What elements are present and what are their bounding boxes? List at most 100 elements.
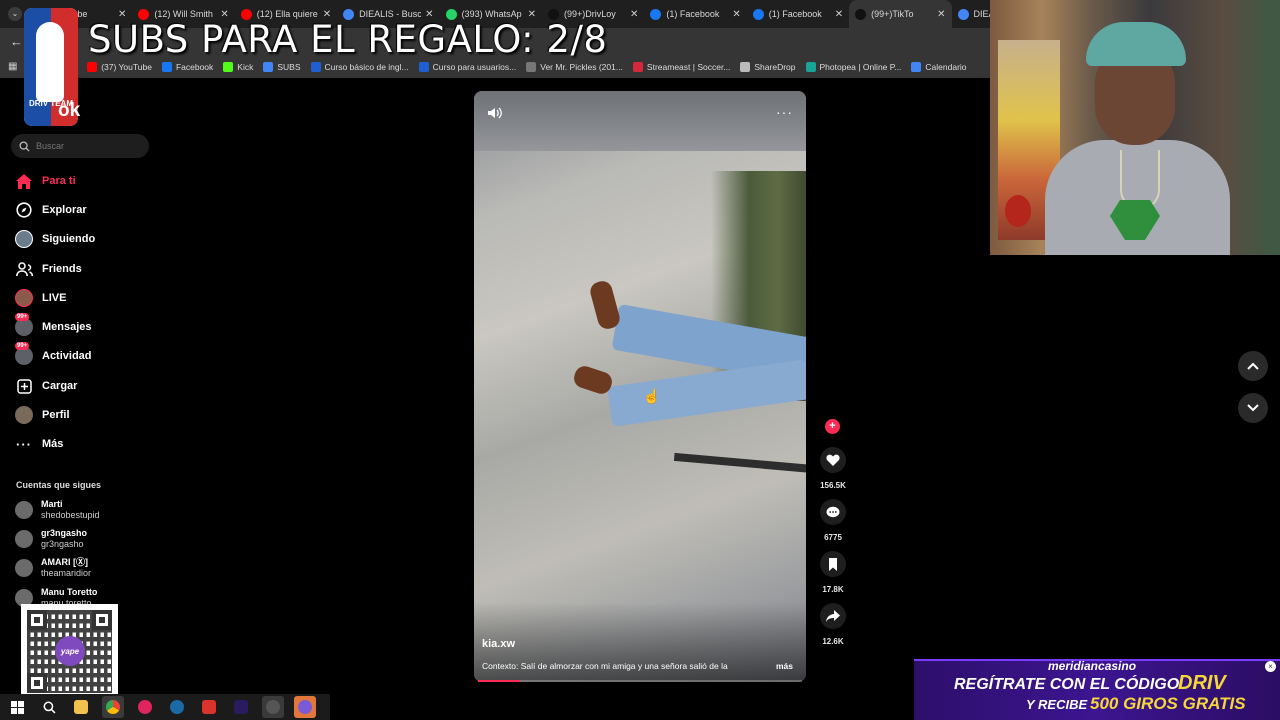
video-progress-bar[interactable]: [478, 680, 802, 682]
search-icon[interactable]: [38, 696, 60, 718]
volume-icon[interactable]: [486, 104, 504, 122]
yape-qr-code: yape: [21, 604, 118, 699]
windows-start-icon[interactable]: [6, 696, 28, 718]
live-icon: [15, 289, 33, 307]
bookmark-label: Facebook: [175, 62, 214, 72]
video-author[interactable]: kia.xw: [482, 638, 515, 650]
sidebar-item-live[interactable]: LIVE: [15, 289, 66, 307]
search-box[interactable]: [11, 134, 149, 158]
video-progress-fill: [478, 680, 521, 682]
previous-video-button[interactable]: [1238, 351, 1268, 381]
close-icon[interactable]: ✕: [732, 9, 740, 20]
casino-line1: REGÍTRATE CON EL CÓDIGO: [954, 676, 1180, 693]
following-header: Cuentas que sigues: [16, 480, 102, 490]
search-input[interactable]: [36, 141, 136, 151]
sidebar-item-para-ti[interactable]: Para ti: [15, 172, 76, 190]
bookmark-item[interactable]: Kick: [223, 62, 253, 72]
comment-icon: [826, 506, 840, 517]
sidebar-item-siguiendo[interactable]: Siguiendo: [15, 230, 95, 248]
bookmark-item[interactable]: Calendario: [911, 62, 967, 72]
discord-like-icon[interactable]: [294, 696, 316, 718]
bookmark-item[interactable]: Photopea | Online P...: [805, 62, 901, 72]
sidebar-item-m-s[interactable]: ··· Más: [15, 435, 63, 453]
share-icon: [826, 610, 840, 622]
close-icon[interactable]: ✕: [630, 9, 638, 20]
following-account[interactable]: AMARI [Ⓧ] theamaridior: [15, 557, 91, 579]
obs-icon[interactable]: [262, 696, 284, 718]
sidebar-item-perfil[interactable]: Perfil: [15, 406, 70, 424]
sidebar-item-label: Mensajes: [42, 321, 92, 333]
premiere-pro-icon[interactable]: [230, 696, 252, 718]
chrome-icon[interactable]: [102, 696, 124, 718]
casino-brand: meridiancasino: [1048, 659, 1137, 673]
browser-tab[interactable]: (99+)TikTo ✕: [849, 0, 952, 28]
video-more-options-icon[interactable]: ···: [776, 104, 793, 120]
video-player[interactable]: [474, 91, 806, 682]
follow-button[interactable]: +: [825, 419, 840, 434]
bookmark-label: Curso para usuarios...: [432, 62, 517, 72]
bookmark-item[interactable]: Ver Mr. Pickles (201...: [526, 62, 623, 72]
more-icon: ···: [16, 436, 32, 452]
sidebar-item-mensajes[interactable]: 99+ Mensajes: [15, 313, 92, 336]
home-icon: [15, 172, 33, 190]
like-count: 156.5K: [820, 481, 846, 490]
casino-line2a: Y RECIBE: [1026, 697, 1088, 712]
bookmark-favicon-icon: [223, 62, 234, 72]
overlay-title: SUBS PARA EL REGALO: 2/8: [88, 18, 608, 61]
save-button[interactable]: [820, 551, 846, 577]
share-button[interactable]: [820, 603, 846, 629]
casino-code: DRIV: [1178, 672, 1226, 694]
file-explorer-icon[interactable]: [70, 696, 92, 718]
sidebar-item-label: Siguiendo: [42, 233, 96, 245]
tab-label: (1) Facebook: [768, 9, 822, 19]
tiktok-logo[interactable]: ok: [58, 100, 80, 122]
bookmark-icon: [829, 557, 837, 571]
next-video-button[interactable]: [1238, 393, 1268, 423]
like-action: 156.5K: [818, 447, 848, 490]
bookmark-item[interactable]: ShareDrop: [740, 62, 796, 72]
sidebar-item-cargar[interactable]: Cargar: [15, 377, 77, 395]
bookmark-favicon-icon: [740, 62, 751, 72]
sidebar-item-label: Cargar: [42, 380, 78, 392]
bookmark-item[interactable]: (37) YouTube: [87, 62, 152, 72]
apps-grid-icon[interactable]: ▦: [8, 61, 17, 72]
bookmark-label: Calendario: [925, 62, 967, 72]
streaming-app-icon[interactable]: [198, 696, 220, 718]
chevron-down-icon: [1247, 404, 1259, 412]
search-icon: [19, 140, 30, 152]
steam-icon[interactable]: [166, 696, 188, 718]
sidebar-item-actividad[interactable]: 99+ Actividad: [15, 342, 92, 365]
back-arrow-icon[interactable]: ←: [10, 34, 23, 49]
close-icon[interactable]: ✕: [937, 9, 945, 20]
chevron-up-icon: [1247, 362, 1259, 370]
tab-favicon-icon: [957, 8, 969, 20]
bookmark-item[interactable]: SUBS: [263, 62, 301, 72]
bookmark-item[interactable]: Streameast | Soccer...: [632, 62, 731, 72]
sidebar-item-label: Actividad: [42, 350, 92, 362]
bookmark-item[interactable]: Curso básico de ingl...: [310, 62, 409, 72]
following-account[interactable]: Marti shedobestupid: [15, 499, 100, 521]
close-icon[interactable]: ×: [1265, 661, 1276, 672]
following-account[interactable]: gr3ngasho gr3ngasho: [15, 528, 87, 550]
bookmark-item[interactable]: Curso para usuarios...: [418, 62, 517, 72]
close-icon[interactable]: ✕: [835, 9, 843, 20]
bookmark-item[interactable]: Facebook: [161, 62, 214, 72]
like-button[interactable]: [820, 447, 846, 473]
browser-tab[interactable]: (1) Facebook ✕: [644, 0, 746, 28]
account-username: theamaridior: [41, 568, 92, 578]
video-more-link[interactable]: más: [776, 661, 793, 671]
messages-icon: 99+: [15, 313, 33, 336]
comment-button[interactable]: [820, 499, 846, 525]
activity-icon: 99+: [15, 342, 33, 365]
sidebar-item-explorar[interactable]: Explorar: [15, 201, 87, 219]
compass-icon: [15, 201, 33, 219]
media-player-icon[interactable]: [134, 696, 156, 718]
browser-tab[interactable]: (1) Facebook ✕: [747, 0, 849, 28]
sidebar-item-friends[interactable]: Friends: [15, 260, 82, 278]
bookmark-label: Streameast | Soccer...: [646, 62, 731, 72]
sidebar-item-label: Perfil: [42, 409, 70, 421]
save-action: 17.8K: [818, 551, 848, 594]
casino-line2b: 500 GIROS GRATIS: [1090, 694, 1246, 713]
bookmark-favicon-icon: [161, 62, 172, 72]
streamer-webcam: [990, 0, 1280, 255]
